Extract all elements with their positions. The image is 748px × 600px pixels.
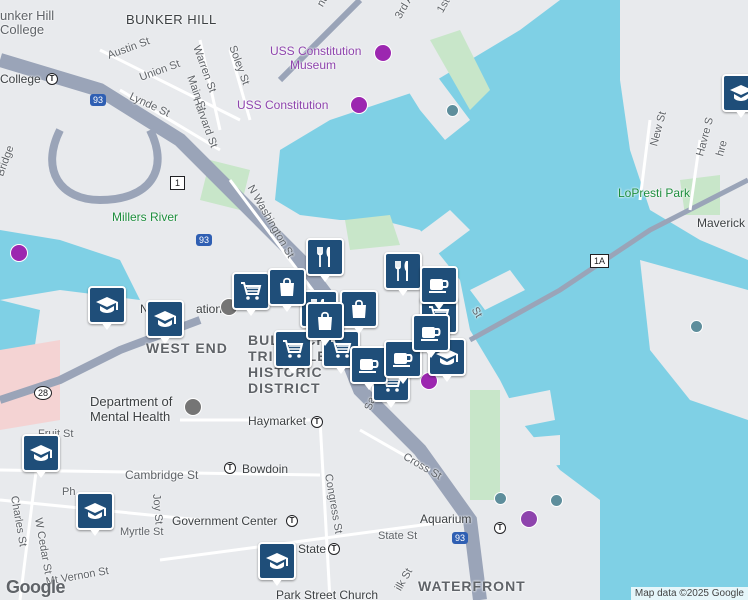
label-college-station: College [0, 72, 41, 86]
label-park-street-church: Park Street Church [276, 588, 379, 600]
transit-icon[interactable]: T [286, 515, 298, 527]
cafe-marker[interactable] [350, 346, 388, 390]
restaurant-marker[interactable] [384, 252, 422, 296]
label-bunker-hill-college-2: College [0, 22, 45, 37]
museum-icon[interactable] [374, 44, 392, 62]
label-government-center: Government Center [172, 514, 278, 528]
grocery-icon [241, 282, 262, 300]
route-93-shield: 93 [90, 94, 107, 106]
google-logo: Google [6, 577, 66, 597]
cafe-marker[interactable] [420, 266, 458, 310]
shopping-icon [352, 299, 366, 318]
landmark-icon[interactable] [184, 398, 202, 416]
marina-icon[interactable] [494, 492, 507, 505]
school-icon [154, 311, 176, 327]
label-state-station: State [298, 542, 327, 556]
shopping-marker[interactable] [306, 302, 344, 346]
restaurant-icon [317, 247, 330, 267]
marina-icon[interactable] [550, 494, 563, 507]
map-canvas[interactable]: BUNKER HILL unker Hill College College W… [0, 0, 748, 600]
marina-icon[interactable] [446, 104, 459, 117]
label-uss-constitution: USS Constitution [237, 98, 329, 112]
museum-icon[interactable] [10, 244, 28, 262]
school-marker[interactable] [76, 492, 114, 536]
cafe-icon [421, 327, 441, 341]
school-icon [84, 503, 106, 519]
marina-icon[interactable] [690, 320, 703, 333]
shopping-icon [280, 277, 294, 296]
label-uss-museum-2: Museum [290, 58, 337, 72]
label-bulfinch-4: DISTRICT [248, 380, 321, 396]
transit-icon[interactable]: T [328, 543, 340, 555]
label-maverick: Maverick [697, 216, 746, 230]
route-28-shield: 28 [34, 386, 53, 400]
shopping-icon [318, 311, 332, 330]
label-dept-mental-health-2: Mental Health [90, 409, 171, 424]
cafe-icon [429, 279, 449, 293]
label-bowdoin: Bowdoin [242, 462, 289, 476]
neighborhood-waterfront: WATERFRONT [418, 578, 526, 594]
street-state-st: State St [378, 530, 418, 542]
label-phi: Ph [62, 486, 76, 498]
label-lopresti-park: LoPresti Park [618, 186, 691, 200]
label-millers-river: Millers River [112, 210, 178, 224]
label-uss-museum-1: USS Constitution [270, 44, 362, 58]
school-icon [30, 445, 52, 461]
school-marker[interactable] [22, 434, 60, 478]
museum-icon[interactable] [350, 96, 368, 114]
school-marker[interactable] [722, 74, 748, 118]
transit-icon[interactable]: T [311, 416, 323, 428]
transit-icon[interactable]: T [46, 73, 58, 85]
street-joy-st: Joy St [150, 493, 165, 525]
restaurant-icon [395, 261, 408, 281]
school-icon [96, 297, 118, 313]
shopping-marker[interactable] [268, 268, 306, 312]
cafe-icon [393, 353, 413, 367]
school-marker[interactable] [258, 542, 296, 586]
map-attribution[interactable]: Map data ©2025 Google [630, 587, 748, 600]
school-marker[interactable] [88, 286, 126, 330]
route-93-shield: 93 [452, 532, 469, 544]
label-bunker-hill-college-1: unker Hill [0, 8, 55, 23]
transit-icon[interactable]: T [494, 522, 506, 534]
transit-icon[interactable]: T [224, 462, 236, 474]
school-icon [266, 553, 288, 569]
grocery-marker[interactable] [232, 272, 270, 316]
school-marker[interactable] [146, 300, 184, 344]
street-myrtle-st: Myrtle St [120, 526, 164, 538]
grocery-icon [283, 340, 304, 358]
street-cambridge-st: Cambridge St [125, 468, 199, 482]
cafe-marker[interactable] [412, 314, 450, 358]
label-haymarket: Haymarket [248, 414, 307, 428]
label-station: ation [196, 302, 223, 316]
aquarium-icon[interactable] [520, 510, 538, 528]
shopping-marker[interactable] [340, 290, 378, 334]
label-dept-mental-health-1: Department of [90, 394, 173, 409]
route-93-shield: 93 [196, 234, 213, 246]
route-1a-shield: 1A [590, 254, 610, 268]
school-icon [730, 85, 748, 101]
label-aquarium: Aquarium [420, 512, 472, 526]
neighborhood-bunker-hill: BUNKER HILL [126, 12, 217, 27]
restaurant-marker[interactable] [306, 238, 344, 282]
cafe-icon [359, 359, 379, 373]
route-1-shield: 1 [170, 176, 186, 190]
